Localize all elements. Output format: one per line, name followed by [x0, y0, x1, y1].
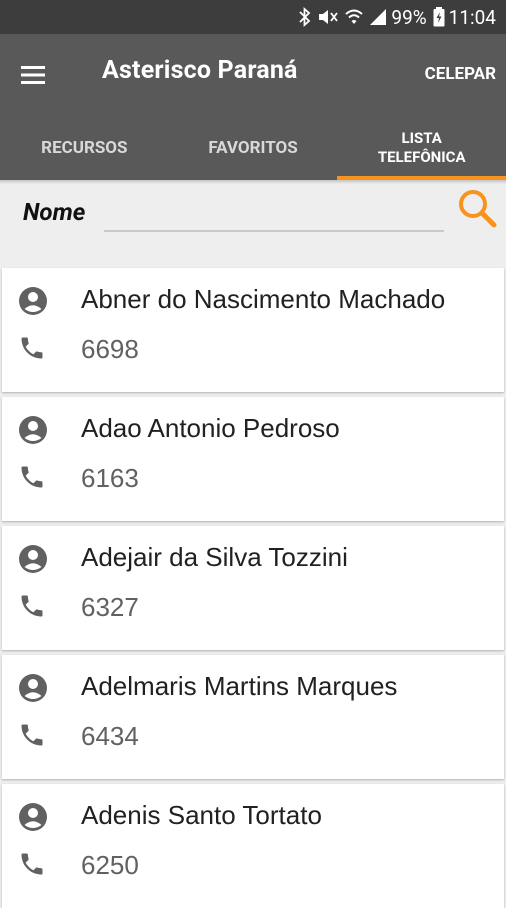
tab-label-line1: LISTA: [401, 129, 442, 147]
bluetooth-icon: [299, 7, 311, 27]
search-input[interactable]: [104, 200, 444, 232]
tab-label: LISTA TELEFÔNICA: [378, 129, 466, 167]
contact-name: Adao Antonio Pedroso: [81, 413, 340, 443]
mute-icon: [317, 7, 339, 27]
celepar-button[interactable]: CELEPAR: [425, 64, 496, 84]
search-label: Nome: [23, 198, 86, 226]
battery-icon: [433, 7, 445, 27]
battery-percent: 99%: [391, 5, 427, 29]
status-bar: 99% 11:04: [0, 0, 506, 34]
phone-icon: [18, 334, 46, 362]
signal-icon: [369, 8, 387, 26]
list-item[interactable]: Adao Antonio Pedroso 6163: [2, 397, 504, 521]
menu-icon[interactable]: [18, 60, 48, 90]
contact-name: Adejair da Silva Tozzini: [81, 542, 348, 572]
tab-label: FAVORITOS: [208, 137, 298, 158]
tab-favoritos[interactable]: FAVORITOS: [169, 116, 338, 180]
person-icon: [18, 802, 48, 832]
tab-lista-telefonica[interactable]: LISTA TELEFÔNICA: [337, 116, 506, 180]
person-icon: [18, 286, 48, 316]
person-icon: [18, 673, 48, 703]
phone-icon: [18, 592, 46, 620]
search-icon[interactable]: [456, 187, 498, 229]
contact-extension: 6434: [81, 721, 139, 751]
clock: 11:04: [448, 5, 496, 29]
wifi-icon: [345, 8, 364, 26]
tab-label-line2: TELEFÔNICA: [377, 148, 466, 166]
person-icon: [18, 544, 48, 574]
app-title: Asterisco Paraná: [102, 56, 298, 85]
contact-extension: 6250: [81, 850, 139, 880]
tab-bar: RECURSOS FAVORITOS LISTA TELEFÔNICA: [0, 116, 506, 180]
list-item[interactable]: Adelmaris Martins Marques 6434: [2, 655, 504, 779]
phone-icon: [18, 850, 46, 878]
list-item[interactable]: Adejair da Silva Tozzini 6327: [2, 526, 504, 650]
tab-label: RECURSOS: [41, 137, 128, 158]
phone-icon: [18, 721, 46, 749]
contact-extension: 6698: [81, 334, 139, 364]
person-icon: [18, 415, 48, 445]
app-bar: Asterisco Paraná CELEPAR: [0, 34, 506, 116]
list-item[interactable]: Abner do Nascimento Machado 6698: [2, 268, 504, 392]
contact-name: Abner do Nascimento Machado: [81, 284, 446, 314]
tab-recursos[interactable]: RECURSOS: [0, 116, 169, 180]
contact-name: Adelmaris Martins Marques: [81, 671, 398, 701]
contact-name: Adenis Santo Tortato: [81, 800, 322, 830]
phone-icon: [18, 463, 46, 491]
contact-extension: 6327: [81, 592, 139, 622]
contact-extension: 6163: [81, 463, 139, 493]
list-item[interactable]: Adenis Santo Tortato 6250: [2, 784, 504, 908]
tab-bar-shadow: [0, 180, 506, 184]
